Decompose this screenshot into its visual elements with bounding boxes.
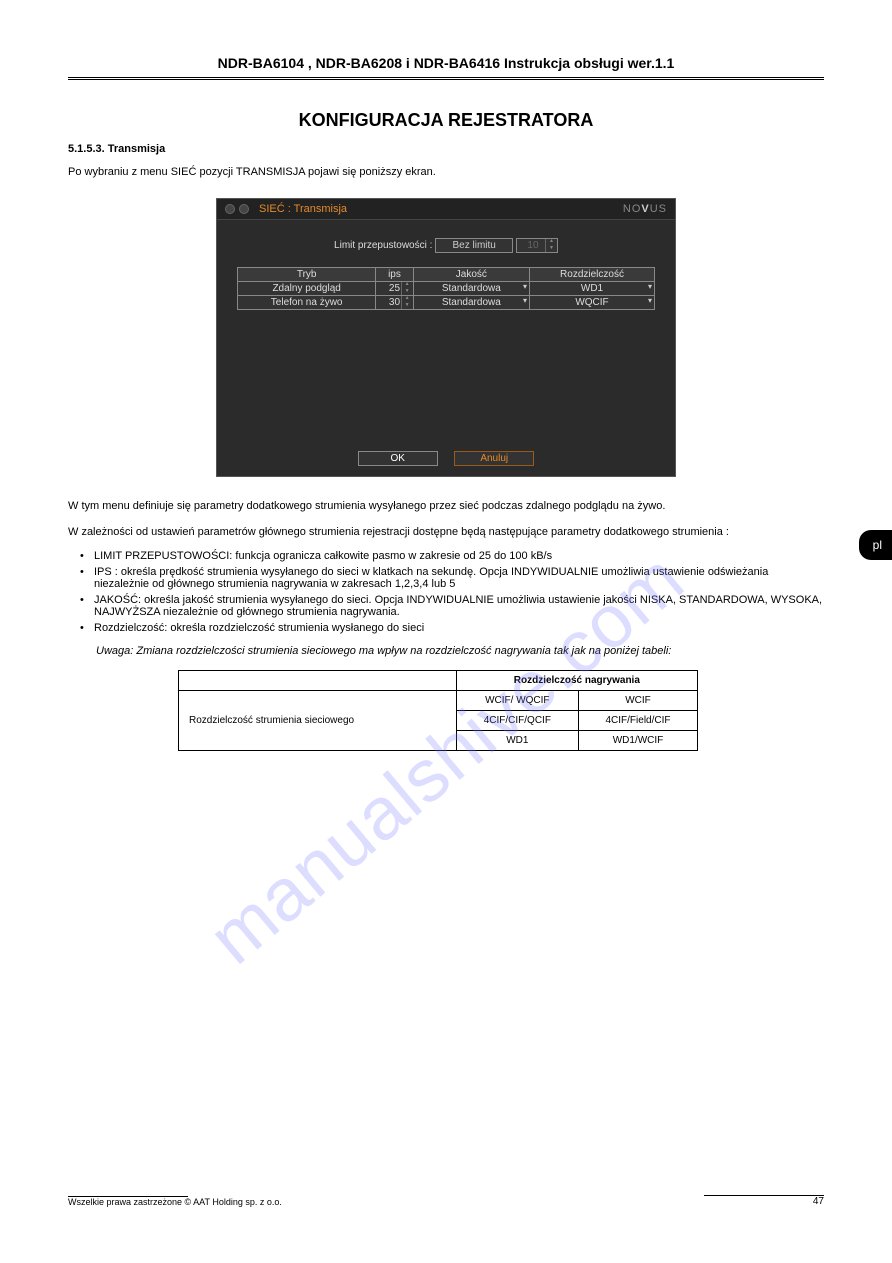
th-ips: ips — [376, 268, 413, 282]
double-rule — [68, 77, 824, 80]
note-label: Uwaga: — [96, 645, 133, 657]
paragraph-2: W zależności od ustawień parametrów głów… — [68, 525, 824, 540]
row-head-network-res: Rozdzielczość strumienia sieciowego — [179, 690, 457, 750]
cell-net: WCIF/ WQCIF — [456, 690, 578, 710]
th-recording-res: Rozdzielczość nagrywania — [456, 670, 697, 690]
dialog-title: SIEĆ : Transmisja — [259, 203, 623, 215]
dialog-titlebar: SIEĆ : Transmisja NOVUS — [217, 199, 675, 220]
cell-quality-select[interactable]: Standardowa — [413, 282, 529, 296]
ok-button[interactable]: OK — [358, 451, 438, 466]
th-blank — [179, 670, 457, 690]
bandwidth-limit-spinner[interactable]: 10 ▲▼ — [516, 238, 558, 253]
cell-net: WD1 — [456, 730, 578, 750]
section-heading: KONFIGURACJA REJESTRATORA — [68, 110, 824, 131]
page-number: 47 — [704, 1196, 824, 1207]
cell-rec: WCIF — [579, 690, 698, 710]
resolution-table: Rozdzielczość nagrywania Rozdzielczość s… — [178, 670, 698, 751]
cell-mode: Telefon na żywo — [238, 296, 376, 310]
cell-rec: WD1/WCIF — [579, 730, 698, 750]
subsection-heading: 5.1.5.3. Transmisja — [68, 143, 824, 155]
cell-quality-select[interactable]: Standardowa — [413, 296, 529, 310]
note: Uwaga: Zmiana rozdzielczości strumienia … — [96, 644, 824, 659]
dialog-footer: OK Anuluj — [217, 440, 675, 476]
list-item: •LIMIT PRZEPUSTOWOŚCI: funkcja ogranicza… — [80, 550, 824, 562]
list-item: •Rozdzielczość: określa rozdzielczość st… — [80, 622, 824, 634]
cell-rec: 4CIF/Field/CIF — [579, 710, 698, 730]
cell-net: 4CIF/CIF/QCIF — [456, 710, 578, 730]
language-tab[interactable]: pl — [859, 530, 892, 560]
transmission-dialog: SIEĆ : Transmisja NOVUS Limit przepustow… — [216, 198, 676, 477]
table-row: Zdalny podgląd 25▲▼ Standardowa WD1 — [238, 282, 655, 296]
spin-down-icon[interactable]: ▼ — [545, 246, 557, 253]
footer-rights: Wszelkie prawa zastrzeżone © AAT Holding… — [68, 1197, 282, 1207]
bandwidth-limit-label: Limit przepustowości : — [334, 241, 432, 252]
list-item: •JAKOŚĆ: określa jakość strumienia wysył… — [80, 594, 824, 618]
cell-resolution-select[interactable]: WQCIF — [530, 296, 655, 310]
list-item: •IPS : określa prędkość strumienia wysył… — [80, 566, 824, 590]
transmission-table: Tryb ips Jakość Rozdzielczość Zdalny pod… — [237, 267, 655, 310]
bandwidth-limit-select[interactable]: Bez limitu — [435, 238, 513, 253]
page-footer: Wszelkie prawa zastrzeżone © AAT Holding… — [68, 1195, 824, 1207]
cell-resolution-select[interactable]: WD1 — [530, 282, 655, 296]
brand-logo: NOVUS — [623, 203, 667, 215]
doc-title: NDR-BA6104 , NDR-BA6208 i NDR-BA6416 Ins… — [68, 55, 824, 71]
bandwidth-limit-row: Limit przepustowości : Bez limitu 10 ▲▼ — [237, 238, 655, 253]
paragraph-1: W tym menu definiuje się parametry dodat… — [68, 499, 824, 514]
spin-down-icon[interactable]: ▼ — [401, 303, 413, 310]
th-resolution: Rozdzielczość — [530, 268, 655, 282]
cell-ips-spinner[interactable]: 25▲▼ — [376, 282, 413, 296]
cell-mode: Zdalny podgląd — [238, 282, 376, 296]
table-row: Telefon na żywo 30▲▼ Standardowa WQCIF — [238, 296, 655, 310]
window-button-2[interactable] — [239, 204, 249, 214]
cancel-button[interactable]: Anuluj — [454, 451, 534, 466]
intro-text: Po wybraniu z menu SIEĆ pozycji TRANSMIS… — [68, 165, 824, 180]
window-button-1[interactable] — [225, 204, 235, 214]
th-mode: Tryb — [238, 268, 376, 282]
th-quality: Jakość — [413, 268, 529, 282]
cell-ips-spinner[interactable]: 30▲▼ — [376, 296, 413, 310]
